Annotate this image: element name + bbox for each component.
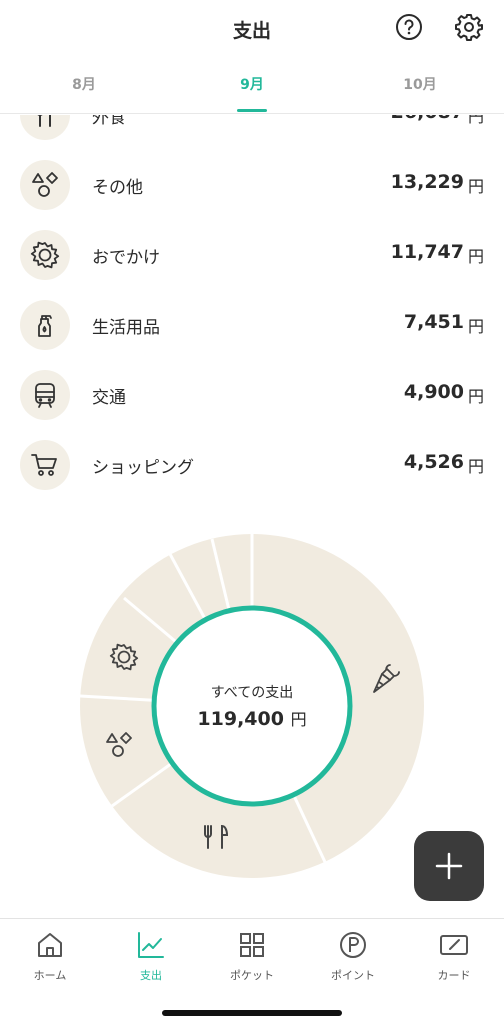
category-list: 外食 26,087 円 その他 13,229 円 — [0, 115, 504, 515]
gear-icon — [455, 14, 483, 41]
nav-points[interactable]: ポイント — [303, 929, 403, 989]
shapes-icon — [32, 172, 58, 197]
nav-icon-wrap — [303, 929, 403, 961]
points-icon — [340, 932, 366, 958]
list-item-shopping[interactable]: ショッピング 4,526 円 — [0, 430, 504, 500]
cart-icon — [31, 454, 57, 476]
currency-unit: 円 — [467, 457, 484, 476]
total-value: 119,400 — [197, 708, 284, 730]
nav-label: ポイント — [331, 969, 375, 982]
category-name: 交通 — [92, 388, 126, 408]
question-icon — [396, 14, 422, 40]
category-name: その他 — [92, 178, 143, 198]
nav-icon-wrap — [0, 929, 100, 961]
nav-icon-wrap — [101, 929, 201, 961]
category-amount: 4,900 — [403, 381, 464, 403]
nav-icon-wrap — [202, 929, 302, 961]
home-icon — [38, 933, 62, 957]
category-icon-wrap — [20, 370, 70, 420]
list-item-outing[interactable]: おでかけ 11,747 円 — [0, 220, 504, 290]
total-unit: 円 — [290, 710, 307, 729]
list-item-transport[interactable]: 交通 4,900 円 — [0, 360, 504, 430]
nav-label: カード — [437, 969, 471, 982]
nav-label: ポケット — [230, 969, 274, 982]
add-expense-button[interactable] — [414, 831, 484, 901]
category-amount: 26,087 — [391, 115, 464, 123]
category-icon-wrap — [20, 115, 70, 140]
tab-prev-month[interactable]: 8月 — [24, 74, 144, 94]
nav-pocket[interactable]: ポケット — [202, 929, 302, 989]
list-item-daily-goods[interactable]: 生活用品 7,451 円 — [0, 290, 504, 360]
category-name: ショッピング — [92, 458, 194, 478]
currency-unit: 円 — [467, 177, 484, 196]
category-icon-wrap — [20, 440, 70, 490]
nav-label: ホーム — [33, 969, 67, 982]
page-title: 支出 — [232, 20, 271, 42]
train-icon — [35, 383, 55, 408]
active-tab-indicator — [237, 109, 267, 112]
plus-icon — [435, 852, 463, 880]
currency-unit: 円 — [467, 115, 484, 126]
category-amount: 11,747 — [390, 241, 464, 263]
category-name: 生活用品 — [92, 318, 160, 338]
currency-unit: 円 — [467, 387, 484, 406]
sun-icon — [30, 241, 60, 269]
utensils-icon — [37, 115, 51, 127]
tab-next-month[interactable]: 10月 — [360, 74, 480, 94]
currency-unit: 円 — [467, 247, 484, 266]
tab-current-month[interactable]: 9月 — [192, 74, 312, 94]
currency-unit: 円 — [467, 317, 484, 336]
grid-icon — [240, 933, 264, 957]
app-header: 支出 — [0, 0, 504, 60]
nav-card[interactable]: カード — [404, 929, 504, 989]
month-tabs: 8月 9月 10月 — [0, 66, 504, 114]
total-amount: 119,400 円 — [160, 706, 344, 730]
list-item-dining[interactable]: 外食 26,087 円 — [0, 115, 504, 150]
home-indicator — [162, 1010, 342, 1016]
chart-icon — [138, 932, 164, 958]
bottom-navigation: ホーム 支出 ポケット ポイント カード — [0, 918, 504, 1024]
category-amount: 7,451 — [403, 311, 464, 333]
category-name: おでかけ — [92, 248, 160, 268]
total-label: すべての支出 — [210, 685, 294, 701]
card-icon — [440, 935, 468, 955]
category-icon-wrap — [20, 300, 70, 350]
category-amount: 13,229 — [390, 171, 464, 193]
category-icon-wrap — [20, 230, 70, 280]
category-icon-wrap — [20, 160, 70, 210]
donut-summary: すべての支出 119,400 円 — [160, 618, 344, 794]
nav-icon-wrap — [404, 929, 504, 961]
list-item-other[interactable]: その他 13,229 円 — [0, 150, 504, 220]
help-button[interactable] — [392, 10, 426, 44]
bottle-icon — [38, 315, 52, 337]
nav-label: 支出 — [140, 969, 162, 982]
category-name: 外食 — [92, 115, 126, 128]
nav-expenses[interactable]: 支出 — [101, 929, 201, 989]
nav-home[interactable]: ホーム — [0, 929, 100, 989]
category-amount: 4,526 — [403, 451, 464, 473]
settings-button[interactable] — [452, 10, 486, 44]
